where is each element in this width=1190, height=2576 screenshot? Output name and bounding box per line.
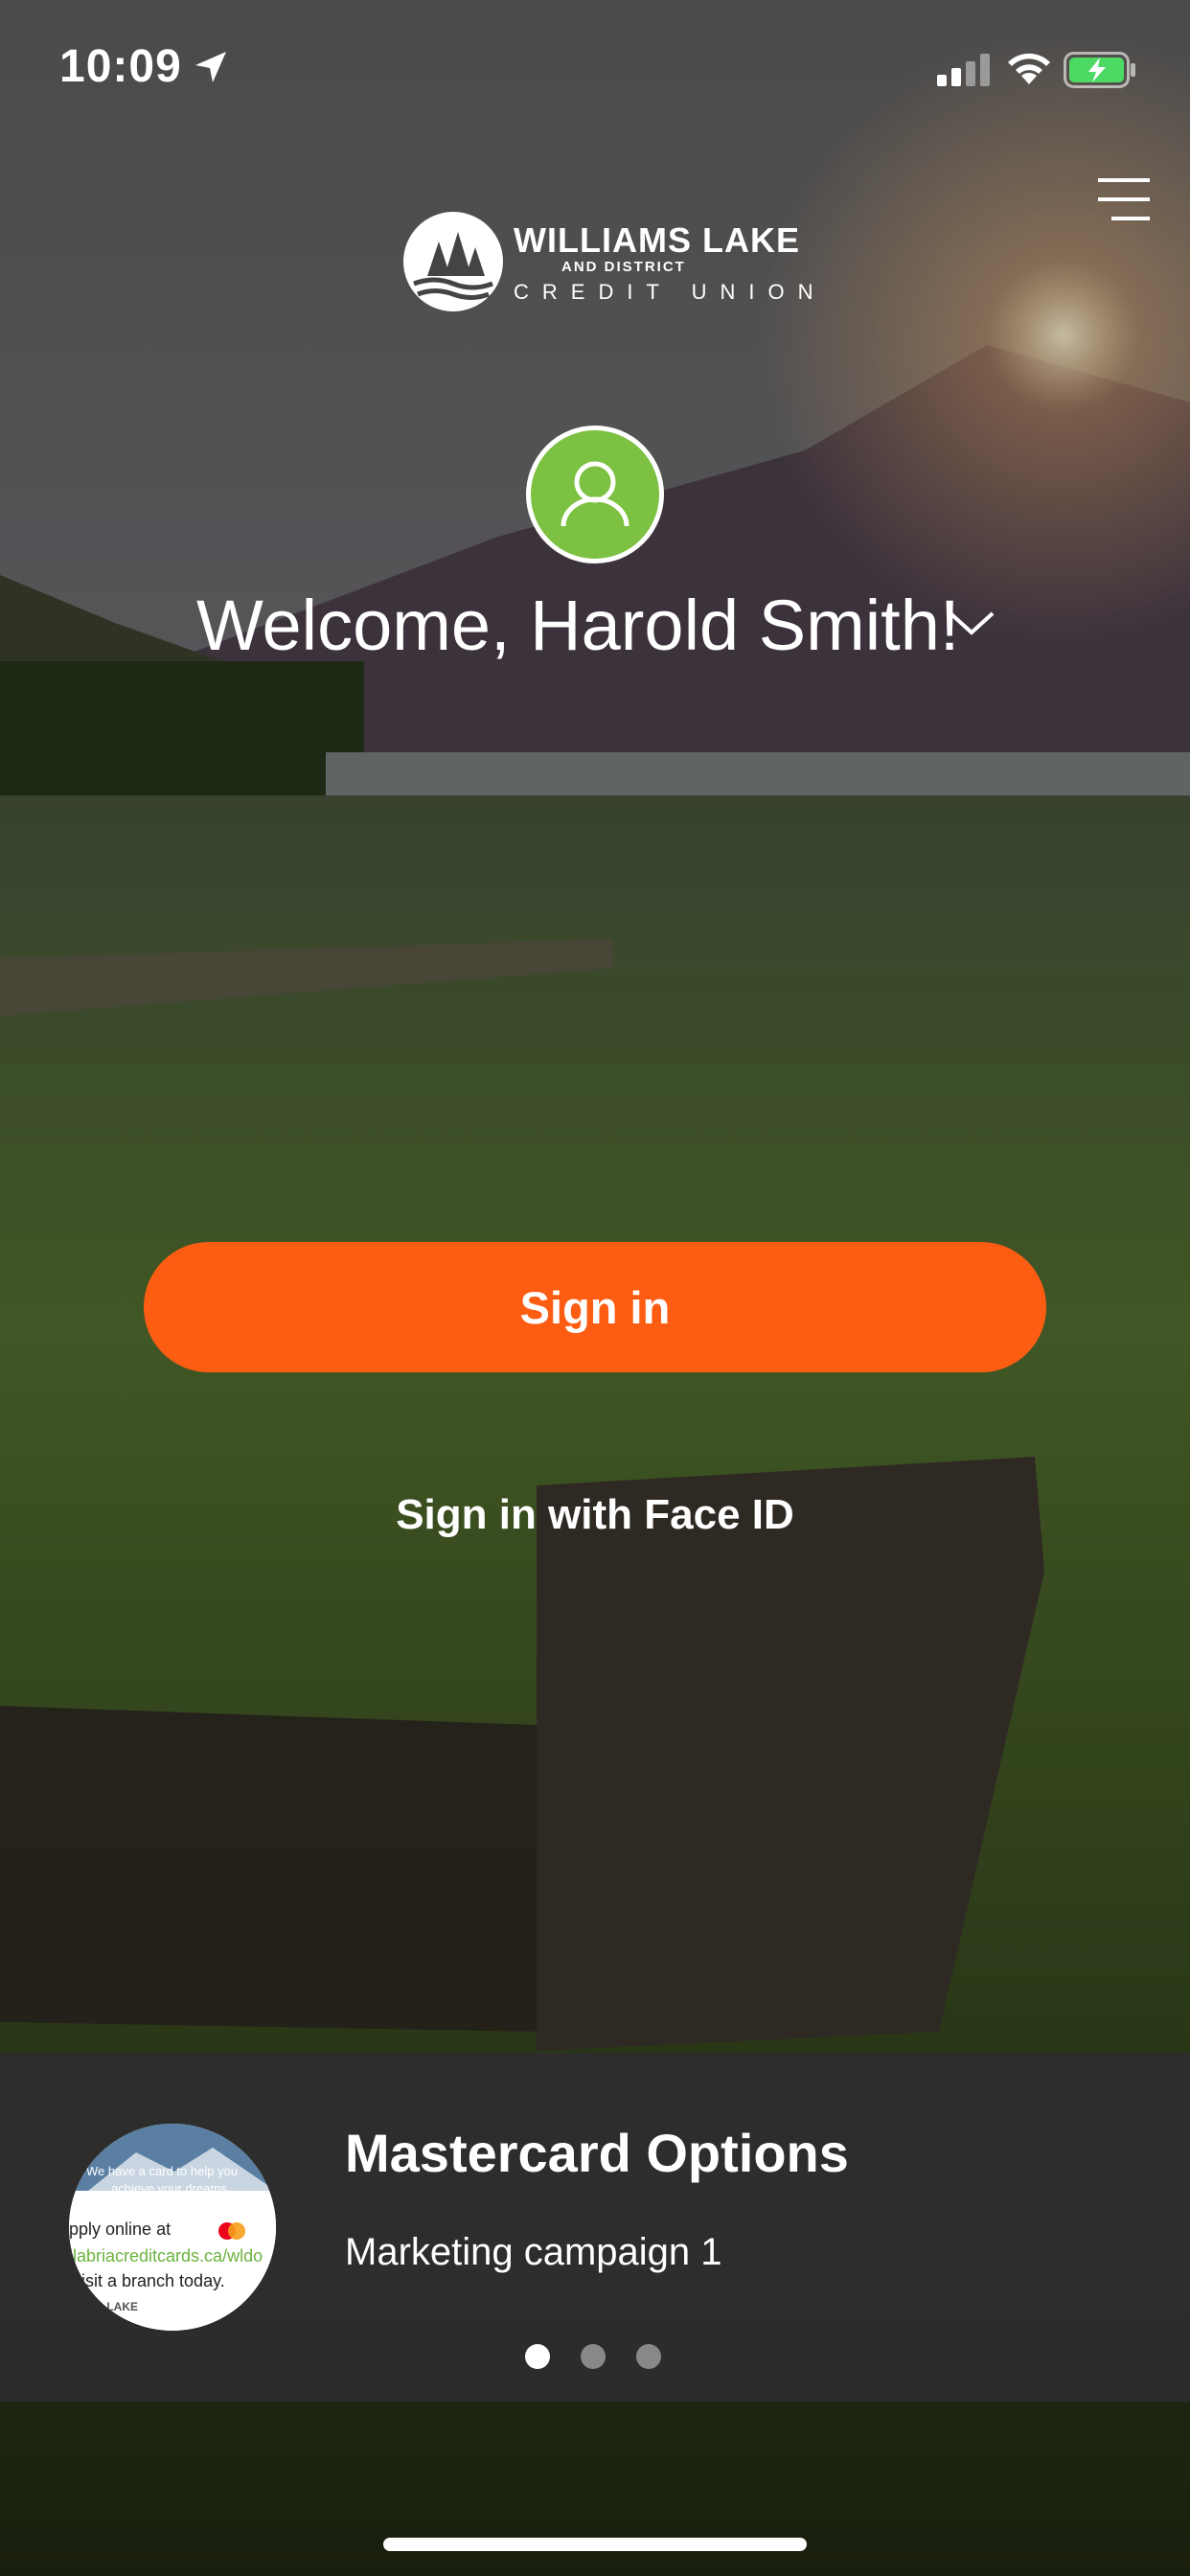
status-bar: 10:09	[0, 0, 1190, 134]
brand-name-line-3: CREDIT UNION	[514, 280, 827, 304]
brand-name-line-2: AND DISTRICT	[561, 259, 686, 275]
promo-thumb-text-5: visit a branch today.	[73, 2271, 225, 2290]
promo-title: Mastercard Options	[345, 2123, 849, 2183]
carousel-dot-1[interactable]	[525, 2344, 550, 2369]
home-indicator	[383, 2538, 807, 2551]
promo-thumb-text-6: MS LAKE	[86, 2300, 138, 2313]
promo-thumb-text-3: pply online at	[69, 2220, 172, 2239]
tree-logo-icon	[403, 212, 503, 311]
promo-carousel-card[interactable]: We have a card to help you achieve your …	[0, 2053, 1190, 2402]
promo-thumbnail-image: We have a card to help you achieve your …	[69, 2124, 276, 2331]
user-icon	[561, 461, 629, 527]
location-arrow-icon	[195, 52, 226, 82]
welcome-message: Welcome, Harold Smith!	[196, 586, 960, 665]
sign-in-face-id-link[interactable]: Sign in with Face ID	[0, 1491, 1190, 1539]
promo-thumb-text-2: achieve your dreams.	[111, 2181, 231, 2196]
carousel-dot-2[interactable]	[581, 2344, 606, 2369]
promo-subtitle: Marketing campaign 1	[345, 2231, 722, 2273]
status-time: 10:09	[59, 41, 182, 92]
sign-in-button[interactable]: Sign in	[144, 1242, 1046, 1372]
chevron-down-icon	[949, 611, 995, 635]
avatar	[526, 426, 664, 564]
brand-name-line-1: WILLIAMS LAKE	[514, 220, 800, 260]
account-switcher[interactable]: Welcome, Harold Smith!	[0, 573, 1190, 678]
signal-icon	[937, 54, 990, 86]
credit-union-logo: WILLIAMS LAKE AND DISTRICT CREDIT UNION	[400, 209, 813, 314]
menu-button[interactable]	[1092, 174, 1154, 228]
wifi-icon	[1008, 53, 1050, 84]
promo-thumb-text-1: We have a card to help you	[86, 2164, 239, 2178]
carousel-page-indicator	[525, 2344, 669, 2373]
battery-charging-icon	[1064, 52, 1135, 88]
promo-thumb-text-4: llabriacreditcards.ca/wldo	[69, 2246, 263, 2266]
hamburger-menu-icon	[1098, 178, 1150, 220]
carousel-dot-3[interactable]	[636, 2344, 661, 2369]
